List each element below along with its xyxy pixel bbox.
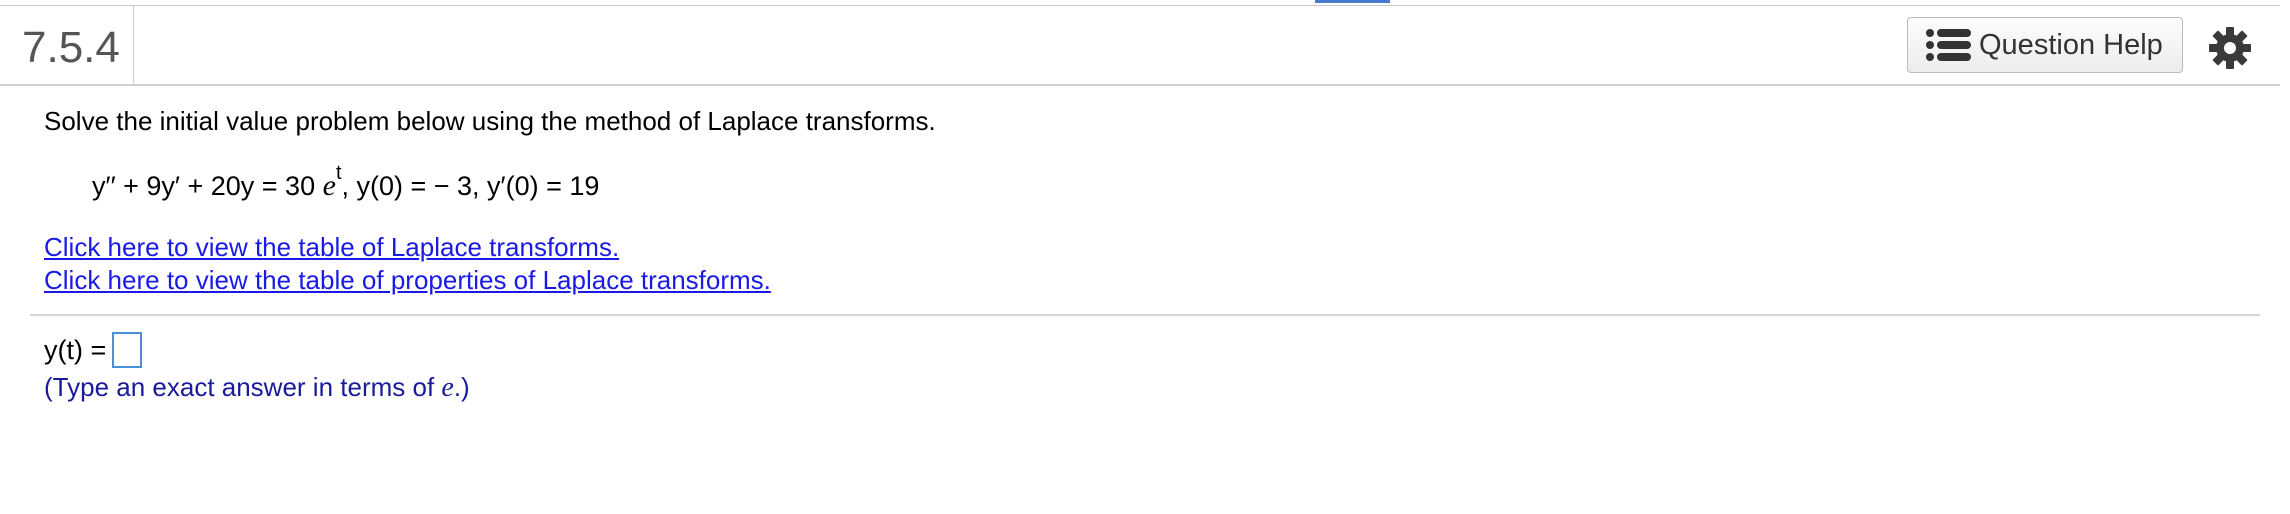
gear-icon[interactable] (2208, 26, 2252, 70)
header-separator (133, 6, 134, 84)
question-help-button[interactable]: Question Help (1907, 17, 2183, 73)
hint-prefix: (Type an exact answer in terms of (44, 372, 442, 402)
answer-row: y(t) = (44, 330, 143, 370)
hint-variable: e (441, 372, 454, 403)
equation-lhs: y′′ + 9y′ + 20y = 30 (92, 171, 316, 201)
top-accent-bar (1315, 0, 1390, 3)
question-header: 7.5.4 Question Help (0, 6, 2280, 86)
differential-equation: y′′ + 9y′ + 20y = 30 et, y(0) = − 3, y′(… (92, 163, 600, 204)
list-icon (1926, 29, 1971, 61)
equation-exp-power: t (335, 162, 342, 184)
problem-prompt: Solve the initial value problem below us… (44, 106, 936, 136)
equation-exp-base: e (322, 169, 336, 202)
laplace-table-link[interactable]: Click here to view the table of Laplace … (44, 232, 619, 263)
answer-label: y(t) = (44, 334, 107, 365)
laplace-properties-link[interactable]: Click here to view the table of properti… (44, 265, 771, 296)
answer-input[interactable] (112, 332, 143, 368)
equation-conditions: , y(0) = − 3, y′(0) = 19 (341, 171, 600, 201)
question-help-label: Question Help (1979, 28, 2163, 61)
hint-suffix: .) (453, 372, 470, 402)
section-divider (30, 314, 2260, 316)
question-number: 7.5.4 (22, 23, 120, 72)
answer-hint: (Type an exact answer in terms of e.) (44, 372, 470, 404)
